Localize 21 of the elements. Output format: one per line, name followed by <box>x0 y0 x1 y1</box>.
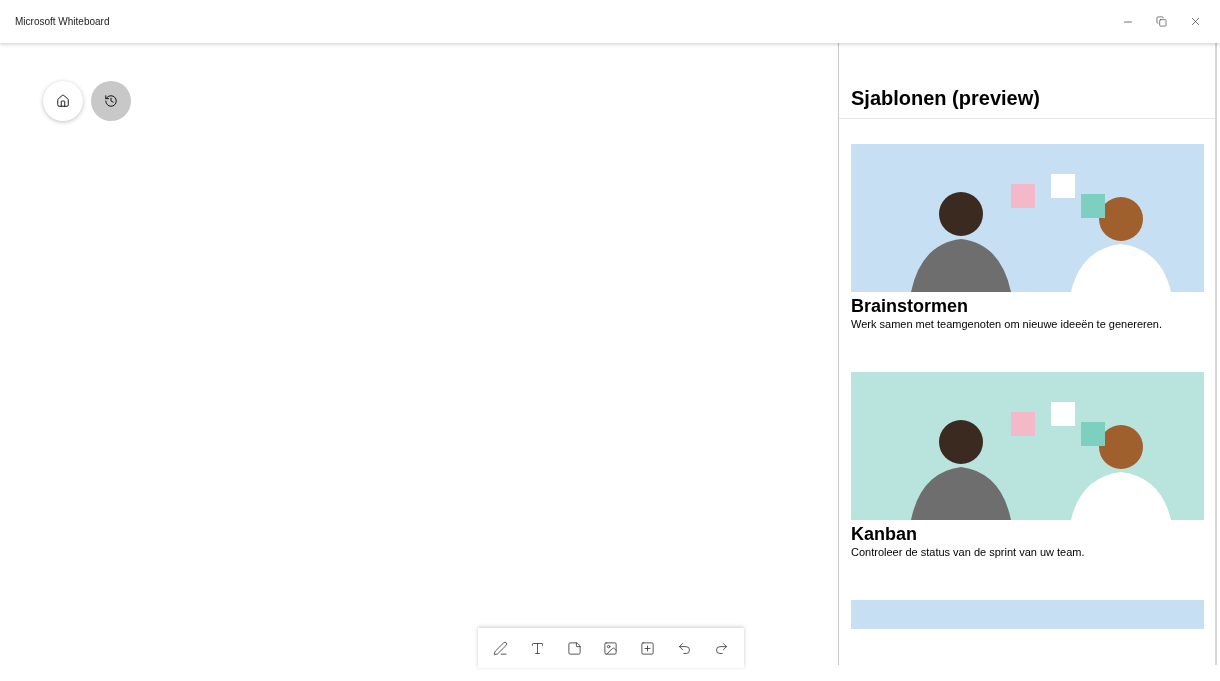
window-title: Microsoft Whiteboard <box>15 15 110 29</box>
redo-icon[interactable] <box>714 640 729 656</box>
text-icon[interactable] <box>529 640 545 656</box>
home-icon <box>56 94 70 108</box>
history-button[interactable] <box>91 81 131 121</box>
history-icon <box>104 94 118 108</box>
template-card[interactable]: Brainstormen Werk samen met teamgenoten om nieuwe ideeën te genereren. <box>851 144 1215 372</box>
template-title: Brainstormen <box>851 295 970 317</box>
image-icon[interactable] <box>603 640 619 656</box>
note-icon[interactable] <box>566 640 582 656</box>
panel-title: Sjablonen (preview) <box>851 86 1040 111</box>
template-card[interactable]: Kanban Controleer de status van de sprint van uw team. <box>851 372 1215 600</box>
template-description: Controleer de status van de sprint van uw team. <box>851 545 1086 559</box>
home-button[interactable] <box>43 81 83 121</box>
restore-icon[interactable] <box>1156 16 1167 27</box>
add-icon[interactable] <box>640 640 656 656</box>
pen-icon[interactable] <box>492 640 508 656</box>
close-icon[interactable] <box>1189 15 1202 28</box>
template-title: Kanban <box>851 523 918 545</box>
undo-icon[interactable] <box>677 640 693 656</box>
template-description: Werk samen met teamgenoten om nieuwe ideeën te genereren. <box>851 317 1164 331</box>
